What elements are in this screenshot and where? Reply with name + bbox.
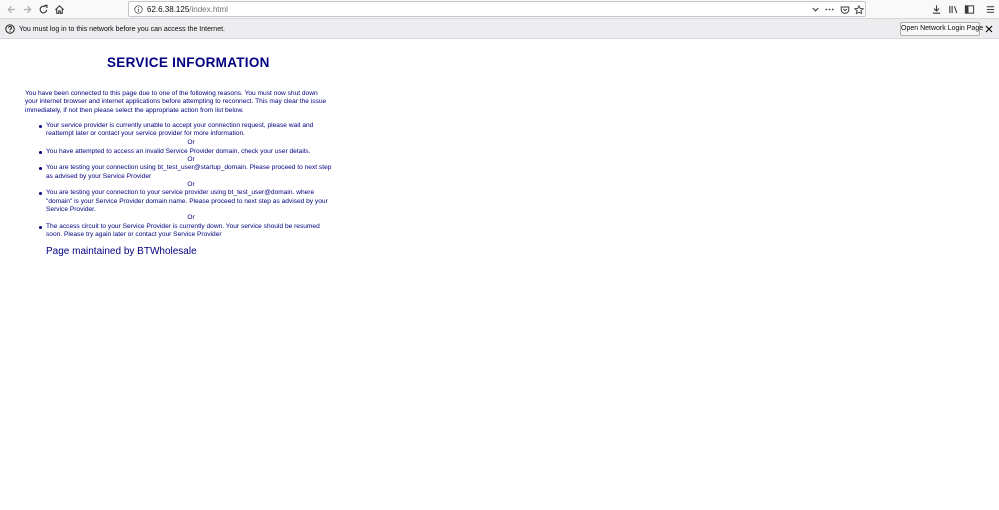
url-path: /index.html [189,5,228,14]
page-title: SERVICE INFORMATION [107,55,270,70]
notification-message: You must log in to this network before y… [19,26,225,33]
url-host: 62.6.38.125 [147,5,190,14]
question-circle-icon [5,24,15,34]
reasons-list: Your service provider is currently unabl… [36,122,336,239]
list-item: You are testing your connection to your … [36,189,336,214]
maintained-by-text: Page maintained by BTWholesale [46,246,197,257]
bookmark-star-icon[interactable] [853,4,864,15]
info-icon[interactable] [134,5,143,14]
forward-arrow-icon[interactable] [19,2,35,17]
hamburger-menu-icon[interactable] [982,2,998,17]
list-item: You are testing your connection using bt… [36,164,336,181]
captive-portal-notification: You must log in to this network before y… [0,19,999,39]
or-separator: Or [187,214,195,222]
back-arrow-icon[interactable] [3,2,19,17]
pocket-icon[interactable] [839,4,850,15]
url-text[interactable]: 62.6.38.125/index.html [147,5,228,15]
downloads-icon[interactable] [928,2,944,17]
library-icon[interactable] [945,2,961,17]
list-item: Your service provider is currently unabl… [36,122,336,139]
intro-paragraph: You have been connected to this page due… [25,90,327,114]
close-icon[interactable] [984,24,994,34]
sidebar-icon[interactable] [961,2,977,17]
page-content: SERVICE INFORMATION You have been connec… [0,39,999,510]
list-item: You have attempted to access an invalid … [36,148,336,156]
open-network-login-page-button[interactable]: Open Network Login Page [900,22,983,36]
browser-toolbar: 62.6.38.125/index.html [0,0,999,19]
address-bar[interactable]: 62.6.38.125/index.html [128,1,866,17]
list-item: The access circuit to your Service Provi… [36,223,336,240]
chevron-down-icon[interactable] [810,4,821,15]
home-icon[interactable] [51,2,67,17]
or-separator: Or [187,138,195,146]
or-separator: Or [187,180,195,188]
or-separator: Or [187,155,195,163]
page-actions-ellipsis-icon[interactable] [824,4,835,15]
reload-icon[interactable] [35,2,51,17]
